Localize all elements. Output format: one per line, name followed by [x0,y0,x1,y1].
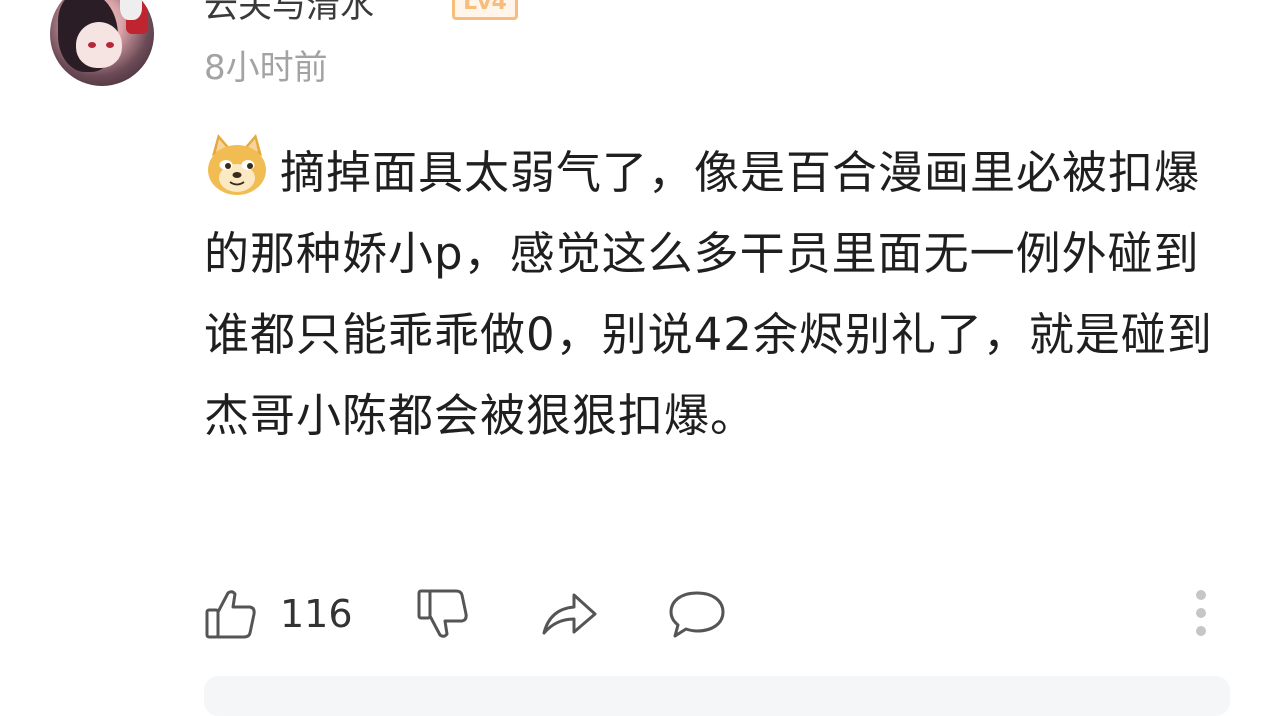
comment-timestamp: 8小时前 [204,48,328,88]
speech-bubble-icon [669,591,725,638]
thumbs-up-icon [205,590,256,639]
reply-button[interactable] [668,584,726,644]
like-button[interactable]: 116 [204,584,353,644]
share-arrow-icon [542,593,597,635]
share-button[interactable] [540,584,598,644]
dislike-button[interactable] [416,584,470,644]
like-count: 116 [280,592,353,636]
reply-preview-box[interactable] [204,676,1230,716]
username[interactable]: 云关与清水 [204,0,374,26]
level-badge: Lv4 [452,0,518,20]
comment-body[interactable]: 摘掉面具太弱气了，像是百合漫画里必被扣爆的那种娇小p，感觉这么多干员里面无一例外… [204,132,1214,456]
more-vertical-icon[interactable] [1190,588,1214,638]
user-avatar[interactable] [50,0,154,86]
comment-text: 摘掉面具太弱气了，像是百合漫画里必被扣爆的那种娇小p，感觉这么多干员里面无一例外… [204,146,1213,442]
thumbs-down-icon [417,589,468,638]
doge-emoji-icon [204,132,270,198]
